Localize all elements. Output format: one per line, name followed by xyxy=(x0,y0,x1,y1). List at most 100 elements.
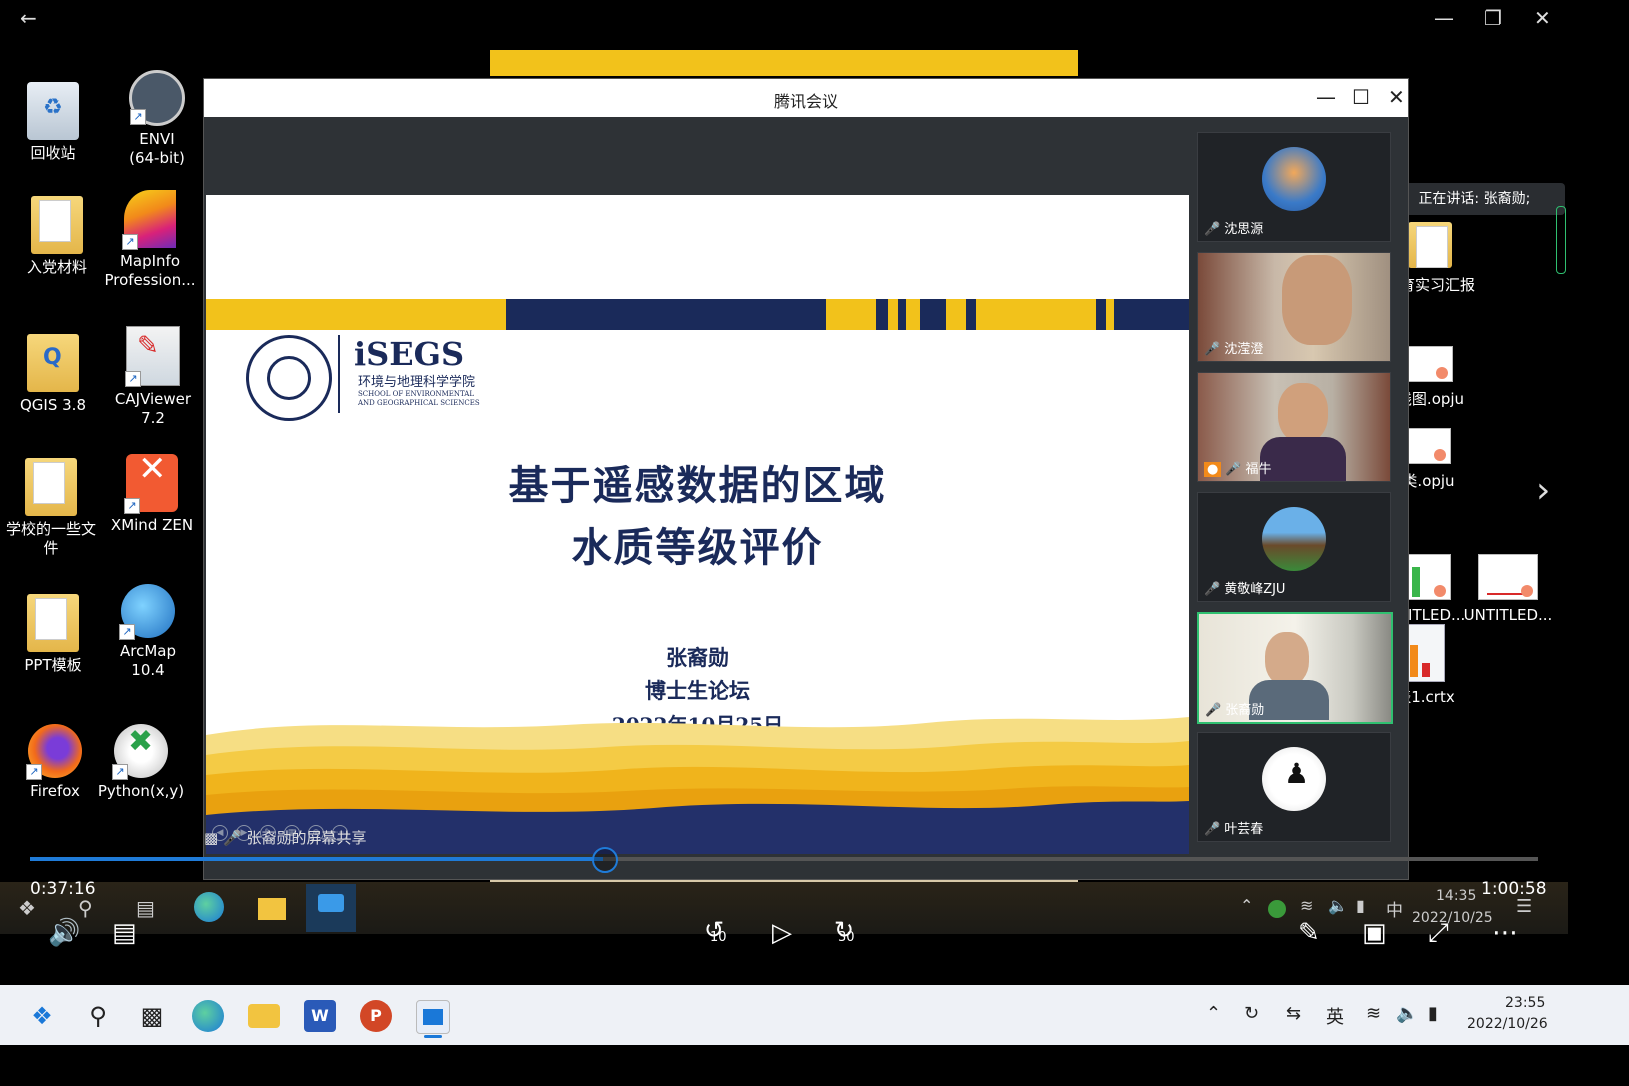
volume-icon[interactable]: 🔊 xyxy=(48,918,80,948)
desktop-icon-mapinfo[interactable]: ↗ MapInfo Profession... xyxy=(101,190,199,290)
play-button[interactable]: ▷ xyxy=(772,918,792,948)
icon-label: 回收站 xyxy=(30,144,76,162)
restore-icon[interactable]: ❐ xyxy=(1484,6,1502,30)
ime-indicator: 中 xyxy=(1386,901,1403,921)
mic-off-icon: 🎤 xyxy=(1204,822,1221,837)
desktop-icon-ppt-templates[interactable]: PPT模板 xyxy=(4,594,102,675)
more-options-icon[interactable]: ⋯ xyxy=(1492,918,1518,948)
screen-share-label-row: ▩ 🎤 张裔勋的屏幕共享 xyxy=(204,827,366,848)
logo-chinese-text: 环境与地理科学学院 xyxy=(358,375,476,390)
meeting-minimize-icon[interactable]: — xyxy=(1316,85,1336,109)
tray-settings-icon[interactable]: ⇆ xyxy=(1286,1003,1301,1024)
taskbar-explorer-icon[interactable] xyxy=(248,1004,280,1028)
edit-pen-icon[interactable]: ✎ xyxy=(1298,918,1320,948)
arcmap-icon: ↗ xyxy=(119,584,175,640)
tray-volume-mute-icon[interactable]: 🔈 xyxy=(1396,1003,1418,1024)
recorded-clock-time: 14:35 xyxy=(1436,888,1477,904)
tray-battery-icon[interactable]: ▮ xyxy=(1428,1003,1438,1024)
tray-wifi-icon[interactable]: ≋ xyxy=(1366,1003,1381,1024)
taskbar-taskview-icon[interactable]: ▩ xyxy=(136,1000,168,1032)
recycle-bin-icon: ♻ xyxy=(27,82,79,140)
taskbar-clock-date[interactable]: 2022/10/26 xyxy=(1467,1016,1548,1032)
icon-label: 学校的一些文 件 xyxy=(5,520,96,557)
subtitles-icon[interactable]: ▤ xyxy=(112,918,137,948)
fullscreen-icon[interactable]: ⤢ xyxy=(1428,918,1449,949)
participant-face xyxy=(1265,632,1309,686)
desktop-icon-firefox[interactable]: ↗ Firefox xyxy=(6,724,104,801)
icon-label: Firefox xyxy=(30,782,80,800)
taskbar-edge-icon[interactable] xyxy=(192,1000,224,1032)
participant-tile[interactable]: 🎤 黄敬峰ZJU xyxy=(1197,492,1391,602)
logo-english-text-1: SCHOOL OF ENVIRONMENTAL xyxy=(358,390,475,398)
mic-off-icon: 🎤 xyxy=(1204,222,1221,237)
rewind-button[interactable]: ↺ 10 xyxy=(704,916,727,945)
tray-overflow-icon[interactable]: ⌃ xyxy=(1206,1003,1221,1024)
progress-knob[interactable] xyxy=(592,847,619,873)
minimize-icon[interactable]: — xyxy=(1434,6,1454,30)
desktop-icon-qgis[interactable]: Q QGIS 3.8 xyxy=(4,334,102,415)
firefox-icon: ↗ xyxy=(26,724,82,780)
slide-stripe xyxy=(206,299,506,330)
tray-chevron-icon: ⌃ xyxy=(1240,896,1254,915)
meeting-titlebar: 腾讯会议 — ☐ ✕ xyxy=(204,79,1408,117)
close-icon[interactable]: ✕ xyxy=(1534,6,1551,30)
desktop-icon-school-files[interactable]: 学校的一些文 件 xyxy=(2,458,100,558)
qgis-icon: Q xyxy=(27,334,79,392)
participant-tile[interactable]: 🎤 沈滢澄 xyxy=(1197,252,1391,362)
slide-title-line1: 基于遥感数据的区域 xyxy=(508,463,887,509)
meeting-app-icon xyxy=(306,884,356,932)
slide-stripe xyxy=(888,299,898,330)
icon-label: XMind ZEN xyxy=(110,516,194,534)
tray-sync-icon[interactable]: ↻ xyxy=(1244,1003,1259,1024)
desktop-icon-xmind[interactable]: ✕ ↗ XMind ZEN xyxy=(103,452,201,535)
desktop-icon-arcmap[interactable]: ↗ ArcMap 10.4 xyxy=(99,584,197,680)
taskbar-word-icon[interactable]: W xyxy=(304,1000,336,1032)
desktop-icon-envi[interactable]: ↗ ENVI (64-bit) xyxy=(108,70,206,168)
forward-label: 30 xyxy=(838,930,855,945)
next-chevron-icon[interactable]: › xyxy=(1536,470,1550,511)
back-arrow-icon[interactable]: ← xyxy=(20,6,37,30)
participant-avatar xyxy=(1262,147,1326,211)
active-app-indicator xyxy=(424,1035,442,1038)
taskbar-search-icon[interactable]: ⚲ xyxy=(82,1000,114,1032)
mapinfo-icon: ↗ xyxy=(122,190,176,250)
participant-tile[interactable]: 🎤 沈思源 xyxy=(1197,132,1391,242)
desktop-icon-recycle-bin[interactable]: ♻ 回收站 xyxy=(4,82,102,163)
participant-tile[interactable]: ♟ 🎤 叶芸春 xyxy=(1197,732,1391,842)
taskbar-clock-time[interactable]: 23:55 xyxy=(1505,995,1545,1011)
taskbar-player-icon[interactable] xyxy=(416,1000,450,1034)
meeting-maximize-icon[interactable]: ☐ xyxy=(1352,85,1370,109)
slide-title-line2: 水质等级评价 xyxy=(571,525,824,571)
participant-name: 沈滢澄 xyxy=(1224,342,1264,357)
taskbar-powerpoint-icon[interactable]: P xyxy=(360,1000,392,1032)
xmind-icon: ✕ ↗ xyxy=(124,452,178,514)
mic-off-icon: 🎤 xyxy=(1204,342,1221,357)
recorded-clock-date: 2022/10/25 xyxy=(1412,910,1493,926)
rewind-label: 10 xyxy=(710,930,727,945)
desktop-icon-cajviewer[interactable]: ✎ ↗ CAJViewer 7.2 xyxy=(104,326,202,428)
slide-stripe xyxy=(1106,299,1114,330)
picture-in-picture-icon[interactable]: ▣ xyxy=(1362,918,1387,948)
shared-screen-edge xyxy=(490,50,1078,76)
folder-icon xyxy=(25,458,77,516)
start-button-icon[interactable]: ❖ xyxy=(26,1000,58,1032)
envi-icon: ↗ xyxy=(129,70,185,126)
forward-button[interactable]: ↻ 30 xyxy=(834,916,855,945)
icon-label: Python(x,y) xyxy=(97,782,185,800)
icon-label: MapInfo Profession... xyxy=(104,252,196,289)
participant-name-row: 🎤 张裔勋 xyxy=(1205,699,1264,718)
icon-label: ENVI (64-bit) xyxy=(129,130,185,167)
tray-ime[interactable]: 英 xyxy=(1326,1003,1344,1029)
mic-off-icon: 🎤 xyxy=(1204,582,1221,597)
shared-slide: iSEGS 环境与地理科学学院 SCHOOL OF ENVIRONMENTAL … xyxy=(206,195,1189,854)
meeting-title: 腾讯会议 xyxy=(773,92,838,111)
slide-stripe xyxy=(976,299,1096,330)
desktop-file-untitled-2[interactable]: UNTITLED... xyxy=(1458,554,1558,624)
participant-tile[interactable]: ● 🎤 福牛 xyxy=(1197,372,1391,482)
desktop-icon-folder[interactable]: 入党材料 xyxy=(8,196,106,277)
desktop-icon-pythonxy[interactable]: ✖ ↗ Python(x,y) xyxy=(92,724,190,801)
slide-stripe xyxy=(906,299,920,330)
participant-tile-active-speaker[interactable]: 🎤 张裔勋 xyxy=(1197,612,1393,724)
mic-icon: 🎤 xyxy=(222,829,242,847)
meeting-close-icon[interactable]: ✕ xyxy=(1388,85,1405,109)
